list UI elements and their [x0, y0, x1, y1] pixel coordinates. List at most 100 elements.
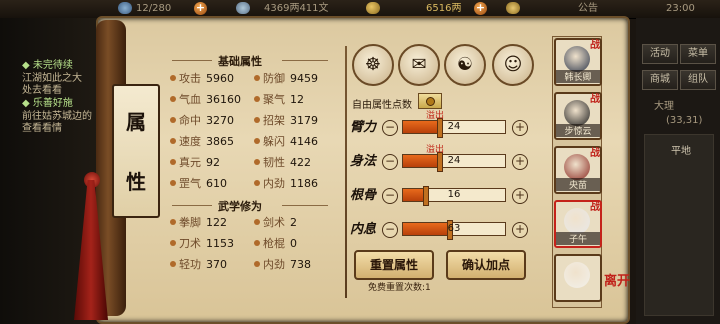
quest-desc: 处去看看 — [22, 85, 62, 96]
character-name: 韩长卿 — [556, 70, 600, 83]
bullet-icon — [254, 96, 260, 102]
bullet-icon — [170, 180, 176, 186]
stat-bar[interactable]: 63 — [402, 220, 506, 240]
attr-hit: 命中 3270 — [170, 114, 234, 128]
battle-tag: 战 — [590, 202, 600, 213]
stat-bar[interactable]: 16 — [402, 186, 506, 206]
bullet-icon — [254, 240, 260, 246]
money-value: 4369两411文 — [264, 3, 329, 14]
increase-stat-button[interactable]: + — [512, 120, 528, 136]
nameplate-char: 属 — [126, 110, 146, 134]
bullet-icon — [254, 117, 260, 123]
gold-value: 6516两 — [426, 3, 462, 14]
martial-fist: 拳脚 122 — [170, 216, 227, 230]
stat-bar[interactable]: 24 — [402, 152, 506, 172]
battle-tag: 战 — [590, 148, 600, 159]
stat-value: 24 — [447, 121, 461, 132]
team-button[interactable]: 组队 — [680, 70, 716, 90]
decrease-stat-button[interactable]: − — [382, 120, 398, 136]
reset-attributes-button[interactable]: 重置属性 — [354, 250, 434, 280]
free-points-label: 自由属性点数 — [352, 100, 412, 111]
bullet-icon — [170, 159, 176, 165]
character-portrait — [564, 46, 590, 72]
character-name: 步惊云 — [556, 124, 600, 137]
bullet-icon — [170, 240, 176, 246]
attribute-nameplate: 属 性 — [112, 84, 160, 218]
bullet-icon — [254, 219, 260, 225]
quest-title[interactable]: ◆ 乐善好施 — [22, 98, 73, 110]
character-portrait — [564, 208, 590, 234]
nameplate-char: 性 — [126, 170, 146, 194]
bullet-icon — [254, 75, 260, 81]
stat-value: 24 — [447, 155, 461, 166]
tab-scroll-icon[interactable]: ✉ — [398, 44, 440, 86]
tab-attribute-icon[interactable]: ☸ — [352, 44, 394, 86]
menu-button[interactable]: 菜单 — [680, 44, 716, 64]
add-stamina-button[interactable]: + — [194, 2, 207, 15]
stat-label: 身法 — [350, 154, 377, 169]
bullet-icon — [254, 138, 260, 144]
attr-hp: 气血 36160 — [170, 93, 241, 107]
tab-meridian-icon[interactable]: ☺ — [492, 44, 534, 86]
stat-label: 根骨 — [350, 188, 377, 203]
attr-juqi: 聚气 12 — [254, 93, 304, 107]
stat-label: 内息 — [350, 222, 377, 237]
martial-title: 武学修为 — [218, 200, 262, 213]
quest-desc: 前往姑苏城边的 — [22, 111, 92, 122]
battle-tag: 战 — [590, 94, 600, 105]
martial-qinggong: 轻功 370 — [170, 258, 227, 272]
attr-parry: 招架 3179 — [254, 114, 318, 128]
confirm-points-button[interactable]: 确认加点 — [446, 250, 526, 280]
character-name: 子午 — [556, 232, 600, 245]
bullet-icon — [170, 96, 176, 102]
increase-stat-button[interactable]: + — [512, 222, 528, 238]
leave-button[interactable]: 离开 — [604, 270, 630, 289]
free-reset-note: 免费重置次数:1 — [368, 283, 431, 293]
character-name: 央苗 — [556, 178, 600, 191]
martial-neijin: 内劲 738 — [254, 258, 311, 272]
attr-dodge: 躲闪 4146 — [254, 135, 318, 149]
martial-sword: 剑术 2 — [254, 216, 297, 230]
increase-stat-button[interactable]: + — [512, 154, 528, 170]
point-coin-icon — [426, 97, 435, 106]
decrease-stat-button[interactable]: − — [382, 154, 398, 170]
bullet-icon — [170, 261, 176, 267]
attr-tenacity: 韧性 422 — [254, 156, 311, 170]
decrease-stat-button[interactable]: − — [382, 222, 398, 238]
bullet-icon — [254, 261, 260, 267]
shop-button[interactable]: 商城 — [642, 70, 678, 90]
add-gold-button[interactable]: + — [474, 2, 487, 15]
location-coords: (33,31) — [666, 115, 703, 126]
character-portrait — [564, 262, 590, 288]
increase-stat-button[interactable]: + — [512, 188, 528, 204]
martial-blade: 刀术 1153 — [170, 237, 234, 251]
attr-zhenyuan: 真元 92 — [170, 156, 220, 170]
quest-title[interactable]: ◆ 未完待续 — [22, 60, 73, 72]
character-portrait — [564, 154, 590, 180]
character-avatar[interactable] — [554, 254, 602, 302]
attr-speed: 速度 3865 — [170, 135, 234, 149]
decrease-stat-button[interactable]: − — [382, 188, 398, 204]
stamina-icon — [118, 2, 132, 14]
bullet-icon — [170, 219, 176, 225]
bullet-icon — [254, 159, 260, 165]
attr-attack: 攻击 5960 — [170, 72, 234, 86]
basic-attr-title: 基础属性 — [218, 55, 262, 68]
stat-value: 63 — [447, 223, 461, 234]
divider — [282, 60, 328, 61]
announcement-button[interactable]: 公告 — [578, 2, 598, 16]
divider — [282, 205, 328, 206]
overflow-label: 溢出 — [426, 145, 445, 155]
stat-label: 臂力 — [350, 120, 377, 135]
tab-taiji-icon[interactable]: ☯ — [444, 44, 486, 86]
attr-neijin: 内劲 1186 — [254, 177, 318, 191]
attr-defense: 防御 9459 — [254, 72, 318, 86]
ingot-icon — [506, 2, 520, 14]
region-label: 平地 — [671, 146, 691, 157]
money-icon — [236, 2, 250, 14]
activity-button[interactable]: 活动 — [642, 44, 678, 64]
divider — [172, 205, 212, 206]
stat-bar[interactable]: 24 — [402, 118, 506, 138]
bullet-icon — [170, 75, 176, 81]
stat-value: 16 — [447, 189, 461, 200]
